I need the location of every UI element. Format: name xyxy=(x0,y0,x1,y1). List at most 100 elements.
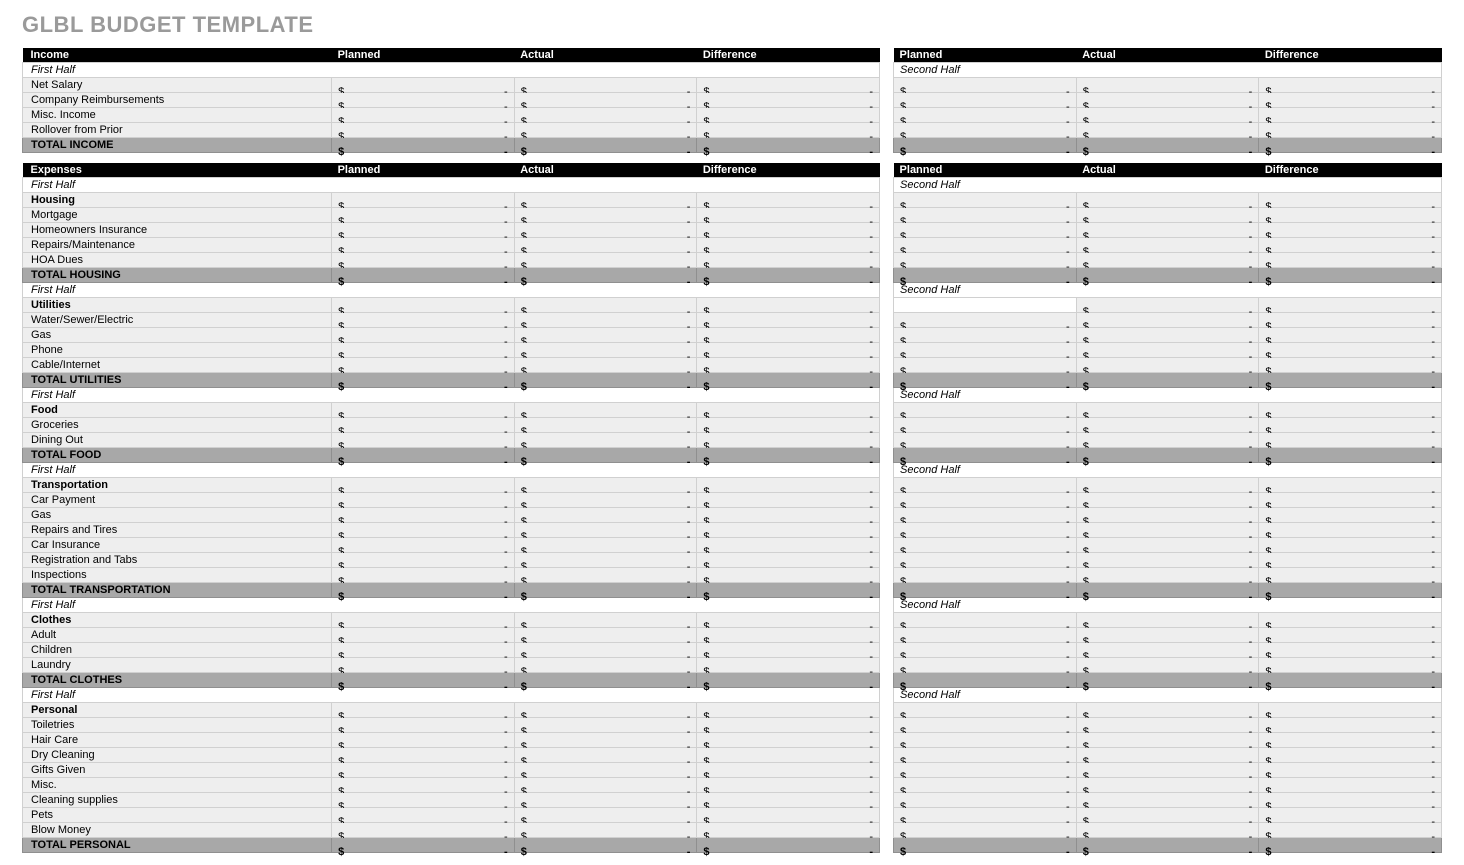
amount-cell[interactable]: $- xyxy=(514,372,697,387)
amount-cell[interactable]: $- xyxy=(697,747,880,762)
amount-cell[interactable]: $- xyxy=(894,492,1077,507)
amount-cell[interactable]: $- xyxy=(697,627,880,642)
amount-cell[interactable]: $- xyxy=(894,582,1077,597)
amount-cell[interactable]: $- xyxy=(697,612,880,627)
amount-cell[interactable]: $- xyxy=(514,537,697,552)
amount-cell[interactable]: $- xyxy=(514,327,697,342)
amount-cell[interactable]: $- xyxy=(1259,837,1442,852)
amount-cell[interactable]: $- xyxy=(514,138,697,153)
amount-cell[interactable]: $- xyxy=(1076,327,1259,342)
amount-cell[interactable]: $- xyxy=(514,732,697,747)
amount-cell[interactable]: $- xyxy=(332,432,515,447)
amount-cell[interactable]: $- xyxy=(332,612,515,627)
amount-cell[interactable]: $- xyxy=(697,717,880,732)
amount-cell[interactable]: $- xyxy=(894,237,1077,252)
amount-cell[interactable]: $- xyxy=(514,657,697,672)
amount-cell[interactable]: $- xyxy=(514,492,697,507)
amount-cell[interactable]: $- xyxy=(1259,747,1442,762)
amount-cell[interactable]: $- xyxy=(514,93,697,108)
amount-cell[interactable]: $- xyxy=(894,372,1077,387)
amount-cell[interactable]: $- xyxy=(1259,717,1442,732)
amount-cell[interactable]: $- xyxy=(1259,627,1442,642)
amount-cell[interactable]: $- xyxy=(1259,267,1442,282)
amount-cell[interactable]: $- xyxy=(1259,552,1442,567)
amount-cell[interactable]: $- xyxy=(514,207,697,222)
amount-cell[interactable]: $- xyxy=(697,192,880,207)
amount-cell[interactable]: $- xyxy=(332,672,515,687)
amount-cell[interactable]: $- xyxy=(697,78,880,93)
amount-cell[interactable]: $- xyxy=(1259,123,1442,138)
amount-cell[interactable]: $- xyxy=(1076,78,1259,93)
amount-cell[interactable]: $- xyxy=(1259,642,1442,657)
amount-cell[interactable]: $- xyxy=(332,747,515,762)
amount-cell[interactable]: $- xyxy=(332,792,515,807)
amount-cell[interactable]: $- xyxy=(1259,327,1442,342)
amount-cell[interactable]: $- xyxy=(1076,537,1259,552)
amount-cell[interactable]: $- xyxy=(697,432,880,447)
amount-cell[interactable]: $- xyxy=(697,792,880,807)
amount-cell[interactable]: $- xyxy=(697,267,880,282)
amount-cell[interactable]: $- xyxy=(1259,93,1442,108)
amount-cell[interactable]: $- xyxy=(894,192,1077,207)
amount-cell[interactable]: $- xyxy=(894,357,1077,372)
amount-cell[interactable]: $- xyxy=(697,807,880,822)
amount-cell[interactable]: $- xyxy=(332,567,515,582)
amount-cell[interactable]: $- xyxy=(1076,417,1259,432)
amount-cell[interactable]: $- xyxy=(697,672,880,687)
amount-cell[interactable]: $- xyxy=(332,522,515,537)
amount-cell[interactable]: $- xyxy=(1076,477,1259,492)
amount-cell[interactable]: $- xyxy=(1076,627,1259,642)
amount-cell[interactable]: $- xyxy=(332,777,515,792)
amount-cell[interactable]: $- xyxy=(894,522,1077,537)
amount-cell[interactable]: $- xyxy=(1259,312,1442,327)
amount-cell[interactable]: $- xyxy=(1259,342,1442,357)
amount-cell[interactable]: $- xyxy=(1076,777,1259,792)
amount-cell[interactable]: $- xyxy=(1259,357,1442,372)
amount-cell[interactable]: $- xyxy=(1259,582,1442,597)
amount-cell[interactable]: $- xyxy=(1076,447,1259,462)
amount-cell[interactable]: $- xyxy=(894,402,1077,417)
amount-cell[interactable]: $- xyxy=(1076,642,1259,657)
amount-cell[interactable]: $- xyxy=(894,762,1077,777)
amount-cell[interactable]: $- xyxy=(1076,702,1259,717)
amount-cell[interactable]: $- xyxy=(1076,657,1259,672)
amount-cell[interactable]: $- xyxy=(332,642,515,657)
amount-cell[interactable]: $- xyxy=(1076,492,1259,507)
amount-cell[interactable]: $- xyxy=(1259,792,1442,807)
amount-cell[interactable]: $- xyxy=(332,762,515,777)
amount-cell[interactable]: $- xyxy=(332,207,515,222)
amount-cell[interactable]: $- xyxy=(1259,252,1442,267)
amount-cell[interactable]: $- xyxy=(894,657,1077,672)
amount-cell[interactable]: $- xyxy=(514,222,697,237)
amount-cell[interactable]: $- xyxy=(894,792,1077,807)
amount-cell[interactable]: $- xyxy=(514,552,697,567)
amount-cell[interactable]: $- xyxy=(332,732,515,747)
amount-cell[interactable]: $- xyxy=(514,717,697,732)
amount-cell[interactable]: $- xyxy=(1076,138,1259,153)
amount-cell[interactable]: $- xyxy=(514,108,697,123)
amount-cell[interactable]: $- xyxy=(697,402,880,417)
amount-cell[interactable]: $- xyxy=(332,222,515,237)
amount-cell[interactable]: $- xyxy=(332,93,515,108)
amount-cell[interactable]: $- xyxy=(514,822,697,837)
amount-cell[interactable]: $- xyxy=(1259,78,1442,93)
amount-cell[interactable]: $- xyxy=(697,417,880,432)
amount-cell[interactable]: $- xyxy=(894,537,1077,552)
amount-cell[interactable]: $- xyxy=(697,138,880,153)
amount-cell[interactable]: $- xyxy=(697,252,880,267)
amount-cell[interactable]: $- xyxy=(514,642,697,657)
amount-cell[interactable]: $- xyxy=(1076,342,1259,357)
amount-cell[interactable]: $- xyxy=(514,567,697,582)
amount-cell[interactable]: $- xyxy=(332,357,515,372)
amount-cell[interactable]: $- xyxy=(332,108,515,123)
amount-cell[interactable]: $- xyxy=(697,762,880,777)
amount-cell[interactable]: $- xyxy=(697,108,880,123)
amount-cell[interactable]: $- xyxy=(894,123,1077,138)
amount-cell[interactable]: $- xyxy=(1076,807,1259,822)
amount-cell[interactable]: $- xyxy=(1076,297,1259,312)
amount-cell[interactable]: $- xyxy=(894,642,1077,657)
amount-cell[interactable]: $- xyxy=(514,477,697,492)
amount-cell[interactable]: $- xyxy=(332,312,515,327)
amount-cell[interactable]: $- xyxy=(1076,522,1259,537)
amount-cell[interactable]: $- xyxy=(894,777,1077,792)
